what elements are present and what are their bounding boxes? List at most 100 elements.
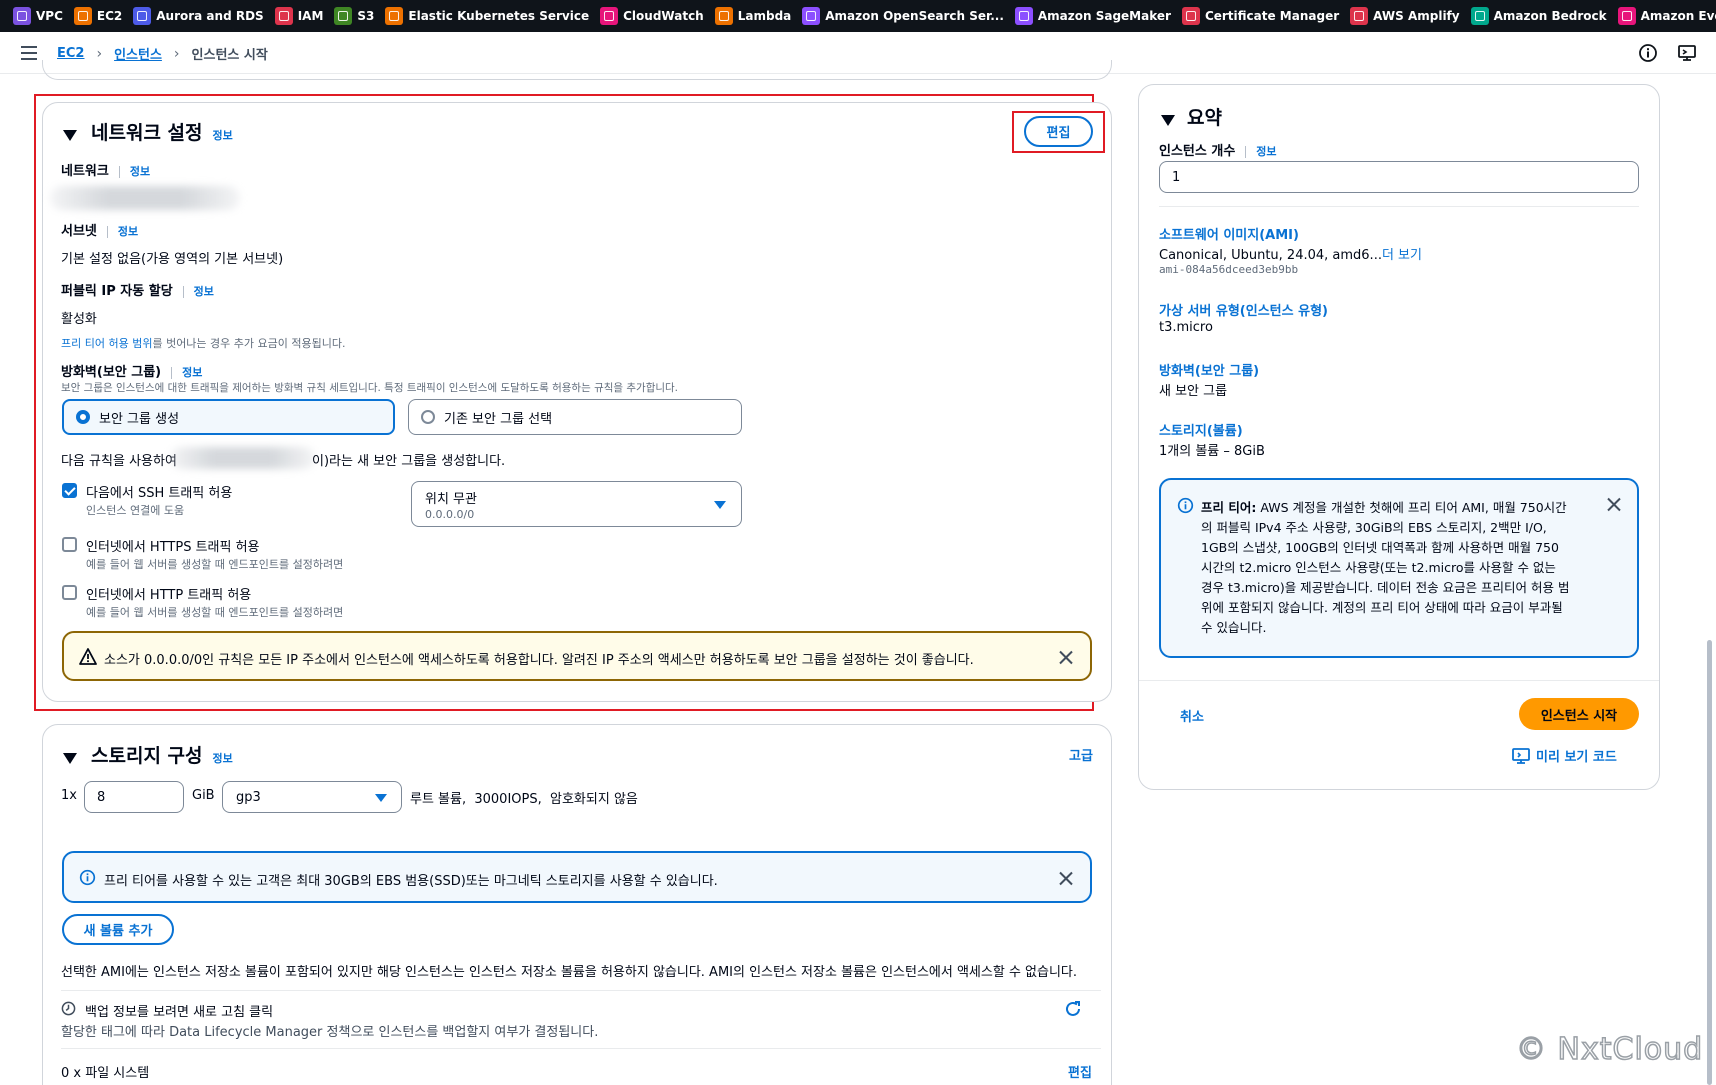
menu-icon[interactable] xyxy=(21,46,37,60)
ssh-source-select[interactable]: 위치 무관 0.0.0.0/0 xyxy=(411,481,742,527)
collapse-icon xyxy=(63,753,77,764)
ami-instance-store-note: 선택한 AMI에는 인스턴스 저장소 볼륨이 포함되어 있지만 해당 인스턴스는… xyxy=(61,965,1078,980)
radio-existing-security-group[interactable]: 기존 보안 그룹 선택 xyxy=(408,399,742,435)
favorite-item[interactable]: Aurora and RDS xyxy=(133,7,264,25)
favorite-item[interactable]: Amazon EventBridge xyxy=(1617,7,1716,25)
volume-count-prefix: 1x xyxy=(61,788,77,803)
previous-panel-edge xyxy=(42,60,1112,80)
http-checkbox[interactable] xyxy=(62,585,77,600)
watermark: © NxtCloud xyxy=(1515,1031,1704,1068)
favorite-item[interactable]: Certificate Manager xyxy=(1181,7,1339,25)
select-value: 위치 무관 xyxy=(425,492,477,507)
close-icon[interactable] xyxy=(1059,650,1073,664)
favorite-item[interactable]: AWS Amplify xyxy=(1350,7,1460,25)
cancel-link[interactable]: 취소 xyxy=(1180,706,1204,725)
https-label: 인터넷에서 HTTPS 트래픽 허용 xyxy=(86,540,260,555)
service-icon xyxy=(802,7,821,25)
info-link[interactable]: 정보 xyxy=(130,165,150,178)
volume-description: 루트 볼륨, 3000IOPS, 암호화되지 않음 xyxy=(410,792,638,807)
instance-count-input[interactable]: 1 xyxy=(1159,161,1639,193)
favorite-label: AWS Amplify xyxy=(1373,9,1460,23)
https-checkbox[interactable] xyxy=(62,537,77,552)
free-tier-link[interactable]: 프리 티어 허용 범위 xyxy=(61,337,152,350)
summary-instance-type-value: t3.micro xyxy=(1159,320,1213,335)
alert-text: 프리 티어를 사용할 수 있는 고객은 최대 30GB의 EBS 범용(SSD)… xyxy=(104,874,718,889)
http-label: 인터넷에서 HTTP 트래픽 허용 xyxy=(86,588,252,603)
radio-label: 기존 보안 그룹 선택 xyxy=(444,411,553,427)
favorite-item[interactable]: EC2 xyxy=(73,7,122,25)
launch-instance-button[interactable]: 인스턴스 시작 xyxy=(1519,698,1639,730)
cloudshell-icon[interactable] xyxy=(1677,43,1697,63)
summary-header[interactable]: 요약 xyxy=(1161,103,1222,130)
service-icon xyxy=(73,7,92,25)
rules-suffix: 이)라는 새 보안 그룹을 생성합니다. xyxy=(312,454,506,469)
favorite-item[interactable]: Amazon Bedrock xyxy=(1470,7,1607,25)
network-section-header[interactable]: 네트워크 설정 정보 xyxy=(63,118,233,145)
info-link[interactable]: 정보 xyxy=(182,366,202,379)
summary-ami-link[interactable]: 소프트웨어 이미지(AMI) xyxy=(1159,224,1299,243)
favorite-item[interactable]: S3 xyxy=(334,7,374,25)
warning-text: 소스가 0.0.0.0/0인 규칙은 모든 IP 주소에서 인스턴스에 액세스하… xyxy=(104,653,974,668)
close-icon[interactable] xyxy=(1607,497,1621,511)
warning-icon xyxy=(79,648,97,665)
firewall-description: 보안 그룹은 인스턴스에 대한 트래픽을 제어하는 방화벽 규칙 세트입니다. … xyxy=(61,382,679,394)
radio-selected-icon xyxy=(76,410,90,424)
more-link[interactable]: 더 보기 xyxy=(1382,248,1422,263)
favorite-label: Amazon Bedrock xyxy=(1493,9,1607,23)
close-icon[interactable] xyxy=(1059,871,1073,885)
volume-type-select[interactable]: gp3 xyxy=(222,781,402,813)
service-icon xyxy=(1470,7,1489,25)
volume-size-input[interactable]: 8 xyxy=(84,781,184,813)
summary-storage-link[interactable]: 스토리지(볼륨) xyxy=(1159,420,1243,439)
add-volume-button[interactable]: 새 볼륨 추가 xyxy=(62,914,174,945)
summary-instance-type-link[interactable]: 가상 서버 유형(인스턴스 유형) xyxy=(1159,300,1328,319)
summary-title: 요약 xyxy=(1187,107,1222,129)
service-icon xyxy=(600,7,619,25)
favorite-item[interactable]: CloudWatch xyxy=(600,7,704,25)
file-system-edit-link[interactable]: 편집 xyxy=(1068,1062,1092,1081)
radio-label: 보안 그룹 생성 xyxy=(99,411,180,427)
favorite-label: VPC xyxy=(36,9,63,23)
scrollbar-thumb[interactable] xyxy=(1707,640,1712,1085)
service-icon xyxy=(133,7,152,25)
info-link[interactable]: 정보 xyxy=(1256,145,1276,158)
favorite-item[interactable]: Lambda xyxy=(714,7,791,25)
info-link[interactable]: 정보 xyxy=(213,752,233,765)
radio-create-security-group[interactable]: 보안 그룹 생성 xyxy=(62,399,395,435)
code-preview-icon xyxy=(1512,747,1530,764)
clock-icon xyxy=(61,1001,76,1016)
file-system-label: 0 x 파일 시스템 xyxy=(61,1066,150,1081)
storage-section-header[interactable]: 스토리지 구성 정보 xyxy=(63,741,233,768)
ssh-checkbox[interactable] xyxy=(62,483,77,498)
divider xyxy=(1159,206,1639,207)
favorite-label: CloudWatch xyxy=(623,9,704,23)
breadcrumb-ec2[interactable]: EC2 xyxy=(57,46,84,61)
free-tier-note: 프리 티어 허용 범위를 벗어나는 경우 추가 요금이 적용됩니다. xyxy=(61,337,346,350)
service-icon xyxy=(714,7,733,25)
favorite-item[interactable]: Elastic Kubernetes Service xyxy=(385,7,589,25)
favorite-label: Amazon SageMaker xyxy=(1037,9,1171,23)
info-link[interactable]: 정보 xyxy=(213,129,233,142)
subnet-value: 기본 설정 없음(가용 영역의 기본 서브넷) xyxy=(61,252,284,267)
refresh-icon[interactable] xyxy=(1064,1000,1082,1018)
volume-unit: GiB xyxy=(192,788,215,803)
http-sublabel: 예를 들어 웹 서버를 생성할 때 엔드포인트를 설정하려면 xyxy=(86,606,344,619)
preview-code-link[interactable]: 미리 보기 코드 xyxy=(1512,746,1617,765)
favorite-item[interactable]: IAM xyxy=(274,7,323,25)
network-edit-button[interactable]: 편집 xyxy=(1024,116,1093,147)
favorite-item[interactable]: Amazon SageMaker xyxy=(1014,7,1171,25)
info-link[interactable]: 정보 xyxy=(118,225,138,238)
favorite-item[interactable]: VPC xyxy=(13,7,63,25)
storage-advanced-link[interactable]: 고급 xyxy=(1069,745,1093,764)
redacted-group-name xyxy=(170,447,315,469)
summary-ami-id: ami-084a56dceed3eb9bb xyxy=(1159,263,1299,276)
summary-firewall-link[interactable]: 방화벽(보안 그룹) xyxy=(1159,360,1259,379)
redacted-vpc-id xyxy=(50,186,240,210)
subnet-label: 서브넷 정보 xyxy=(61,224,139,239)
info-circle-icon[interactable] xyxy=(1638,43,1658,63)
favorite-item[interactable]: Amazon OpenSearch Ser... xyxy=(802,7,1004,25)
info-link[interactable]: 정보 xyxy=(194,285,214,298)
free-tier-text: 프리 티어: AWS 계정을 개설한 첫해에 프리 티어 AMI, 매월 750… xyxy=(1201,500,1570,635)
favorite-label: Amazon OpenSearch Ser... xyxy=(825,9,1004,23)
public-ip-label: 퍼블릭 IP 자동 할당 정보 xyxy=(61,284,214,299)
